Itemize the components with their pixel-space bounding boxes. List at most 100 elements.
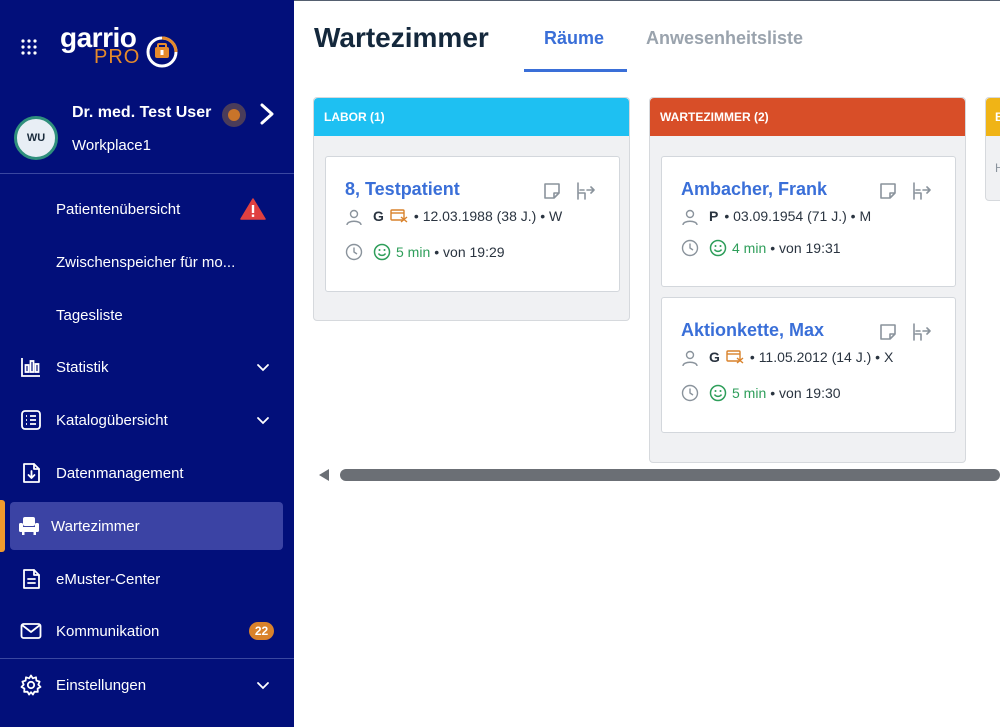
waiting-since: von 19:31 (779, 240, 841, 256)
move-patient-icon[interactable] (575, 181, 595, 201)
room-column-wartezimmer: WARTEZIMMER (2) Ambacher, Frank P • 03.0… (649, 97, 966, 463)
person-icon (682, 350, 698, 367)
patient-details: G • 11.05.2012 (14 J.) • X (709, 349, 893, 365)
note-icon[interactable] (878, 322, 898, 342)
move-patient-icon[interactable] (911, 181, 931, 201)
sidebar-item-zwischenspeicher[interactable]: Zwischenspeicher für mo... (0, 238, 294, 286)
sidebar-item-label: Einstellungen (56, 676, 147, 694)
waiting-duration: 5 min (732, 385, 767, 401)
garrio-pro-logo: garrio PRO (60, 22, 180, 72)
tab-anwesenheitsliste[interactable]: Anwesenheitsliste (646, 28, 803, 49)
waiting-duration: 4 min (732, 240, 767, 256)
sidebar-item-statistik[interactable]: Statistik (0, 343, 294, 391)
document-icon (23, 569, 40, 589)
patient-card[interactable]: Aktionkette, Max G • 11.05.2012 (14 J.) … (661, 297, 956, 433)
move-patient-icon[interactable] (911, 322, 931, 342)
user-name: Dr. med. Test User (72, 104, 212, 121)
scroll-left-arrow-icon[interactable] (318, 468, 330, 482)
user-workplace: Workplace1 (72, 137, 151, 154)
armchair-icon (19, 517, 39, 535)
sidebar-item-label: Wartezimmer (51, 517, 140, 535)
sidebar-divider (0, 658, 294, 659)
patient-name[interactable]: Aktionkette, Max (681, 320, 824, 341)
smiley-icon (709, 239, 727, 257)
date-of-birth: 12.03.1988 (38 J.) (422, 208, 537, 224)
date-of-birth: 03.09.1954 (71 J.) (733, 208, 847, 224)
note-icon[interactable] (542, 181, 562, 201)
app-grid-icon[interactable] (20, 38, 38, 56)
sidebar-item-katalog[interactable]: Katalogübersicht (0, 396, 294, 444)
separator: • (413, 208, 423, 224)
chevron-down-icon[interactable] (256, 678, 270, 692)
sidebar-item-label: Tagesliste (56, 306, 123, 324)
patient-details: P • 03.09.1954 (71 J.) • M (709, 208, 871, 224)
logo-badge-icon (146, 36, 178, 68)
clock-icon (681, 384, 699, 402)
separator: • (434, 244, 444, 260)
room-header[interactable]: LABOR (1) (314, 98, 629, 136)
mail-icon (20, 623, 42, 639)
waiting-since: von 19:29 (443, 244, 505, 260)
note-icon[interactable] (878, 181, 898, 201)
page-title: Wartezimmer (314, 22, 489, 53)
user-status-indicator[interactable] (222, 103, 246, 127)
insurance-type: P (709, 208, 719, 224)
tab-raeume[interactable]: Räume (544, 28, 604, 49)
active-tab-underline (524, 69, 627, 72)
chevron-down-icon[interactable] (256, 413, 270, 427)
smiley-icon (373, 243, 391, 261)
separator: • (536, 208, 550, 224)
separator: • (770, 385, 780, 401)
patient-name[interactable]: Ambacher, Frank (681, 179, 827, 200)
chevron-right-icon[interactable] (258, 102, 276, 126)
waiting-info: 5 min • von 19:29 (373, 243, 505, 261)
person-icon (346, 209, 362, 226)
waiting-info: 5 min • von 19:30 (709, 384, 841, 402)
list-icon (21, 410, 41, 430)
sidebar-item-label: eMuster-Center (56, 570, 161, 588)
chart-icon (21, 358, 40, 377)
sidebar-item-kommunikation[interactable]: Kommunikation 22 (0, 607, 294, 655)
sidebar-item-patientenuebersicht[interactable]: Patientenübersicht (0, 185, 294, 233)
patient-card[interactable]: Ambacher, Frank P • 03.09.1954 (71 J.) •… (661, 156, 956, 287)
horizontal-scrollbar[interactable] (340, 469, 1000, 481)
room-column-labor: LABOR (1) 8, Testpatient G • 12.03.1988 … (313, 97, 630, 321)
sidebar-item-label: Patientenübersicht (56, 200, 181, 218)
sidebar-item-wartezimmer[interactable]: Wartezimmer (0, 502, 294, 550)
clock-icon (681, 239, 699, 257)
insurance-card-missing-icon (390, 209, 408, 223)
gear-icon (20, 674, 42, 696)
separator: • (871, 349, 884, 365)
patient-name[interactable]: 8, Testpatient (345, 179, 460, 200)
separator: • (724, 208, 734, 224)
top-border (294, 0, 1000, 1)
patient-card[interactable]: 8, Testpatient G • 12.03.1988 (38 J.) • … (325, 156, 620, 292)
waiting-info: 4 min • von 19:31 (709, 239, 841, 257)
date-of-birth: 11.05.2012 (14 J.) (758, 349, 872, 365)
sidebar-item-label: Zwischenspeicher für mo... (56, 253, 236, 271)
user-avatar[interactable]: WU (14, 116, 58, 160)
patient-sex: W (549, 208, 563, 224)
sidebar-item-label: Statistik (56, 358, 109, 376)
smiley-icon (709, 384, 727, 402)
sidebar-item-label: Katalogübersicht (56, 411, 168, 429)
insurance-card-missing-icon (726, 350, 744, 364)
warning-icon (240, 198, 266, 220)
file-download-icon (23, 463, 40, 483)
separator: • (749, 349, 759, 365)
sidebar-item-emuster-center[interactable]: eMuster-Center (0, 555, 294, 603)
partial-column-text: H (995, 161, 1000, 175)
patient-sex: X (883, 349, 894, 365)
room-header[interactable]: WARTEZIMMER (2) (650, 98, 965, 136)
chevron-down-icon[interactable] (256, 360, 270, 374)
room-header[interactable]: B (986, 98, 1000, 136)
sidebar-item-datenmanagement[interactable]: Datenmanagement (0, 449, 294, 497)
sidebar-item-tagesliste[interactable]: Tagesliste (0, 291, 294, 339)
sidebar: garrio PRO WU Dr. med. Test User Workpla… (0, 0, 294, 727)
sidebar-item-einstellungen[interactable]: Einstellungen (0, 661, 294, 709)
person-icon (682, 209, 698, 226)
sidebar-divider (0, 173, 294, 174)
logo-product: PRO (94, 46, 141, 68)
clock-icon (345, 243, 363, 261)
patient-details: G • 12.03.1988 (38 J.) • W (373, 208, 562, 224)
